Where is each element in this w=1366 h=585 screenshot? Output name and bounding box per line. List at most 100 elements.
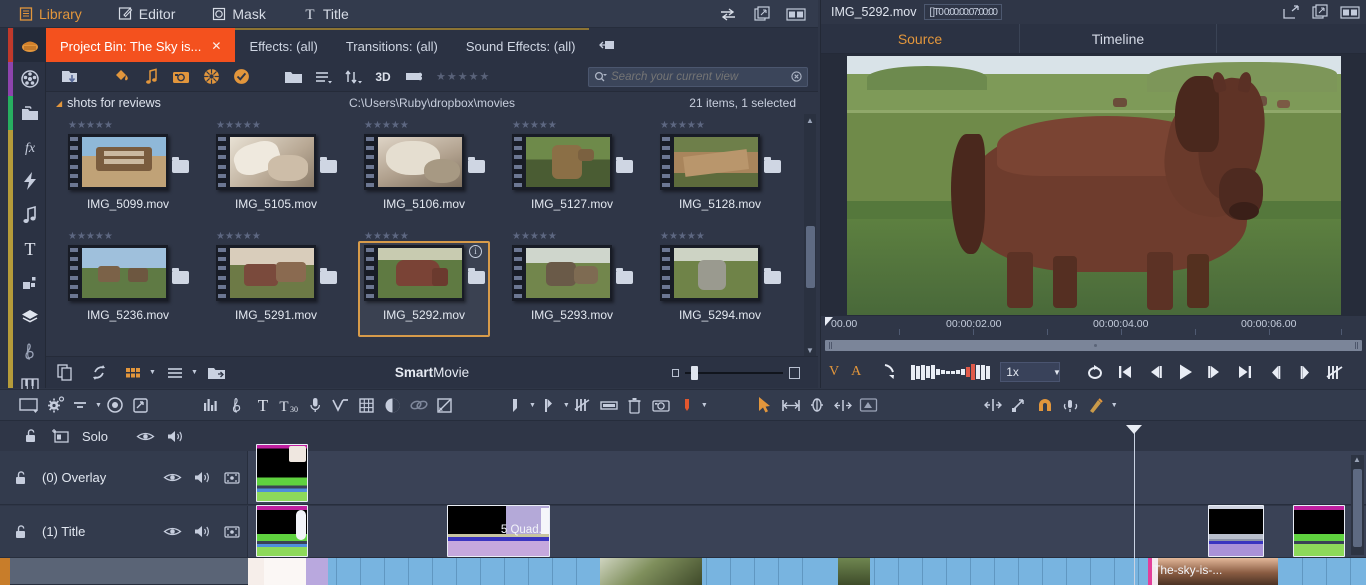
lock-open-icon[interactable]: [0, 470, 42, 486]
split-audio-icon[interactable]: [875, 358, 905, 386]
scrollbar-thumb[interactable]: [1353, 469, 1362, 547]
smartmovie-label[interactable]: SmartMovie: [395, 365, 469, 380]
color-wheel-icon[interactable]: [196, 64, 226, 90]
rail-item-media[interactable]: [14, 62, 46, 96]
timeline-scrollbar[interactable]: ▲: [1351, 455, 1364, 555]
color-grade-icon[interactable]: [380, 392, 406, 418]
slide-icon[interactable]: [830, 392, 856, 418]
scroll-up-icon[interactable]: ▲: [1353, 455, 1361, 464]
chevron-down-icon[interactable]: ▼: [95, 402, 102, 409]
bin-tab-sound-effects[interactable]: Sound Effects: (all): [451, 28, 590, 62]
monitor-icon[interactable]: [217, 525, 247, 539]
chevron-down-icon[interactable]: ▼: [1053, 368, 1061, 377]
media-item[interactable]: ★★★★★ IMG_5127.mov: [498, 118, 646, 229]
info-icon[interactable]: i: [469, 245, 482, 258]
split-icon[interactable]: [596, 392, 622, 418]
3d-toggle-icon[interactable]: [398, 64, 428, 90]
rail-item-layers[interactable]: [14, 300, 46, 334]
thumbnail[interactable]: [68, 134, 189, 190]
mask-editor-icon[interactable]: [432, 392, 458, 418]
media-item[interactable]: ★★★★★ IMG_5294.mov: [646, 229, 794, 340]
track-lane-overlay[interactable]: [248, 444, 1366, 505]
slip-icon[interactable]: [804, 392, 830, 418]
step-forward-icon[interactable]: [1200, 358, 1230, 386]
thumbnail[interactable]: [512, 245, 633, 301]
lock-open-icon[interactable]: [16, 424, 46, 448]
scroll-down-icon[interactable]: ▼: [804, 344, 816, 356]
preview-time-ruler[interactable]: 00.00 00:00:02.00 00:00:04.00 00:00:06.0…: [821, 316, 1366, 338]
duplicate-icon[interactable]: [50, 360, 80, 386]
audio-scrub-icon[interactable]: [1058, 392, 1084, 418]
open-folder-icon[interactable]: [202, 360, 232, 386]
search-input[interactable]: [611, 70, 787, 83]
sort-icon[interactable]: [338, 64, 368, 90]
scroll-up-icon[interactable]: ▲: [804, 114, 816, 126]
rail-item-transitions[interactable]: [14, 164, 46, 198]
dual-pane-icon[interactable]: [786, 5, 806, 23]
media-item[interactable]: ★★★★★ IMG_5128.mov: [646, 118, 794, 229]
menu-tab-title[interactable]: T Title: [284, 0, 367, 28]
split-view-icon[interactable]: [1340, 5, 1360, 19]
clear-marks-icon[interactable]: [570, 392, 596, 418]
magnet-snap-icon[interactable]: [1032, 392, 1058, 418]
item-rating[interactable]: ★★★★★: [350, 118, 498, 131]
storyboard-grid-icon[interactable]: [354, 392, 380, 418]
popout-icon[interactable]: [1312, 4, 1328, 20]
thumbnail[interactable]: [68, 245, 189, 301]
eye-icon[interactable]: [157, 471, 187, 484]
clear-x-icon[interactable]: [791, 71, 802, 82]
step-back-icon[interactable]: [1140, 358, 1170, 386]
rail-item-music[interactable]: [14, 198, 46, 232]
export-icon[interactable]: [128, 392, 154, 418]
paint-bucket-icon[interactable]: [106, 64, 136, 90]
video-audio-toggles[interactable]: V A: [829, 364, 861, 380]
rail-item-title[interactable]: T: [14, 232, 46, 266]
media-item[interactable]: ★★★★★ IMG_5236.mov: [54, 229, 202, 340]
item-rating[interactable]: ★★★★★: [202, 118, 350, 131]
scrollbar-thumb[interactable]: [806, 226, 815, 288]
camera-folder-icon[interactable]: [166, 64, 196, 90]
item-rating[interactable]: ★★★★★: [646, 229, 794, 242]
timeline-clip[interactable]: [1208, 505, 1264, 557]
scale-to-fit-icon[interactable]: [1006, 392, 1032, 418]
track-lane-title[interactable]: 5 Quad..: [248, 505, 1366, 558]
speaker-icon[interactable]: [160, 424, 190, 448]
video-track-lane[interactable]: The-sky-is-...: [248, 558, 1366, 585]
eye-icon[interactable]: [157, 525, 187, 538]
audio-mixer-icon[interactable]: [198, 392, 224, 418]
loop-icon[interactable]: [1080, 358, 1110, 386]
media-item[interactable]: ★★★★★ IMG_5106.mov: [350, 118, 498, 229]
open-folder-icon[interactable]: [278, 64, 308, 90]
playback-speed-select[interactable]: 1x ▼: [1000, 362, 1061, 382]
popout-window-icon[interactable]: [752, 5, 772, 23]
menu-tab-library[interactable]: Library: [0, 0, 100, 28]
timeline-clip[interactable]: [256, 505, 308, 557]
item-rating[interactable]: ★★★★★: [646, 118, 794, 131]
mark-in-icon[interactable]: [536, 392, 562, 418]
zoom-slider-handle[interactable]: [691, 365, 698, 380]
monitor-icon[interactable]: [217, 471, 247, 485]
search-box[interactable]: [588, 66, 808, 87]
timeline-playhead[interactable]: [1126, 425, 1142, 585]
thumbnail[interactable]: [660, 134, 781, 190]
thumbnail[interactable]: [364, 134, 485, 190]
solo-label[interactable]: Solo: [82, 429, 108, 444]
preview-timecode-field[interactable]: [ ]T0 0:00:00:07:00:00: [924, 4, 1002, 20]
effects-chain-icon[interactable]: [406, 392, 432, 418]
chapter-marker-icon[interactable]: [674, 392, 700, 418]
trim-mode-icon[interactable]: [778, 392, 804, 418]
menu-tab-mask[interactable]: Mask: [193, 0, 283, 28]
speaker-icon[interactable]: [187, 524, 217, 539]
media-item[interactable]: ★★★★★ IMG_5291.mov: [202, 229, 350, 340]
check-circle-icon[interactable]: [226, 64, 256, 90]
bin-folder-name-group[interactable]: ◢ shots for reviews: [56, 96, 161, 110]
expand-window-icon[interactable]: [1283, 5, 1300, 19]
grid-view-icon[interactable]: [118, 360, 148, 386]
go-to-end-icon[interactable]: [1230, 358, 1260, 386]
mark-out-icon[interactable]: [1290, 358, 1320, 386]
item-rating[interactable]: ★★★★★: [202, 229, 350, 242]
gear-icon[interactable]: [42, 392, 68, 418]
audio-toggle[interactable]: A: [851, 364, 861, 380]
bin-tab-transitions[interactable]: Transitions: (all): [331, 28, 452, 62]
track-header-overlay[interactable]: (0) Overlay: [0, 451, 248, 505]
